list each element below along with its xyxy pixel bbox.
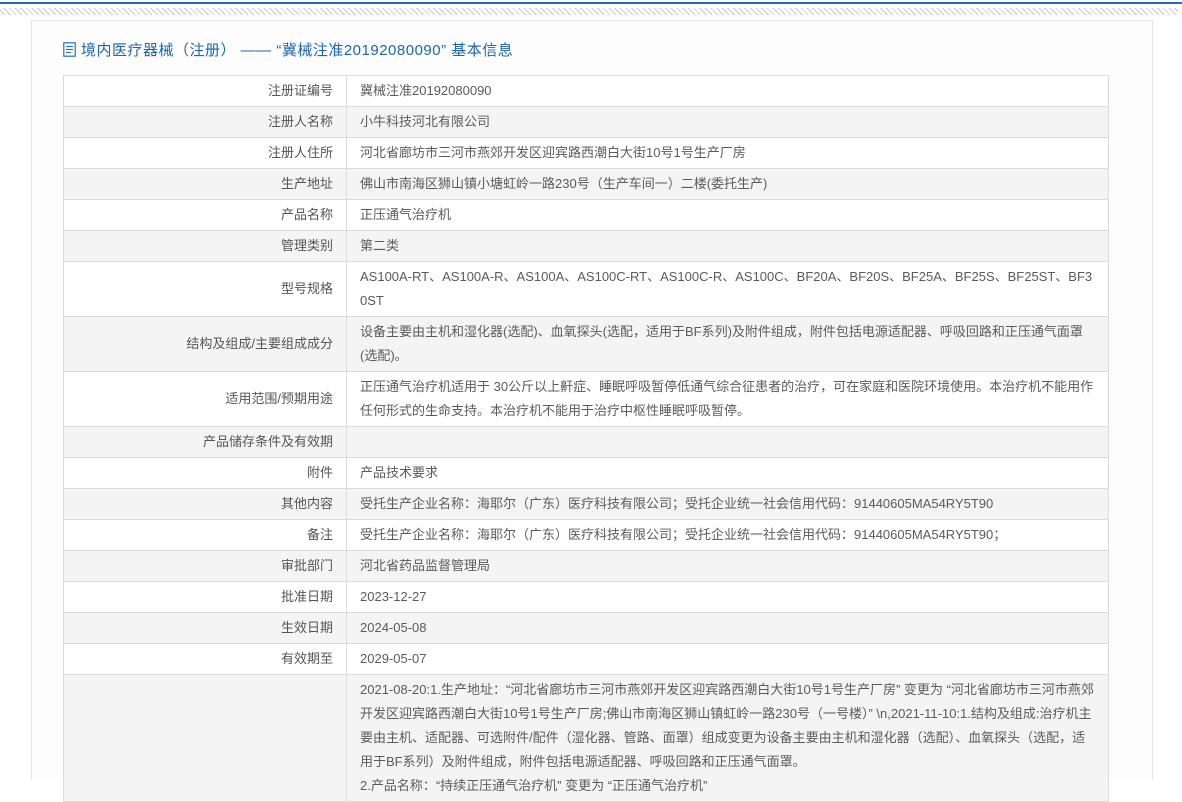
row-value-cell: 2029-05-07 — [346, 643, 1109, 675]
table-row: 生效日期 2024-05-08 — [63, 612, 1109, 644]
table-row: 管理类别 第二类 — [63, 230, 1109, 262]
row-label-cell: 其他内容 — [63, 488, 347, 520]
row-label-cell: 生效日期 — [63, 612, 347, 644]
registration-info-table: 注册证编号 冀械注准20192080090 注册人名称 小牛科技河北有限公司 注册人住所… — [63, 75, 1109, 802]
row-label-cell: 管理类别 — [63, 230, 347, 262]
row-value-cell: 佛山市南海区狮山镇小塘虹岭一路230号（生产车间一）二楼(委托生产) — [346, 168, 1109, 200]
table-row: 注册证编号 冀械注准20192080090 — [63, 75, 1109, 107]
table-row: 审批部门 河北省药品监督管理局 — [63, 550, 1109, 582]
row-value-cell: 正压通气治疗机 — [346, 199, 1109, 231]
table-row: 产品名称 正压通气治疗机 — [63, 199, 1109, 231]
row-label-cell: 备注 — [63, 519, 347, 551]
hatch-pattern-band — [0, 8, 1178, 15]
document-icon — [63, 41, 76, 57]
row-value-cell — [346, 426, 1109, 458]
row-value-cell: 2023-12-27 — [346, 581, 1109, 613]
row-value-cell: 2024-05-08 — [346, 612, 1109, 644]
row-value-cell: 产品技术要求 — [346, 457, 1109, 489]
row-label-cell: 产品名称 — [63, 199, 347, 231]
table-row: 其他内容 受托生产企业名称：海耶尔（广东）医疗科技有限公司；受托企业统一社会信用代… — [63, 488, 1109, 520]
row-label-cell: 注册证编号 — [63, 75, 347, 107]
row-value-cell: 受托生产企业名称：海耶尔（广东）医疗科技有限公司；受托企业统一社会信用代码：91… — [346, 519, 1109, 551]
table-row: 2021-08-20:1.生产地址：“河北省廊坊市三河市燕郊开发区迎宾路西潮白大… — [63, 674, 1109, 802]
row-label-cell: 型号规格 — [63, 261, 347, 317]
row-label-cell: 注册人名称 — [63, 106, 347, 138]
table-row: 注册人名称 小牛科技河北有限公司 — [63, 106, 1109, 138]
top-accent-bar — [0, 2, 1182, 4]
table-row: 适用范围/预期用途 正压通气治疗机适用于 30公斤以上鼾症、睡眠呼吸暂停低通气综合… — [63, 371, 1109, 427]
content-panel: 境内医疗器械（注册） —— “冀械注准20192080090” 基本信息 注册证… — [31, 20, 1153, 802]
table-row: 结构及组成/主要组成成分 设备主要由主机和湿化器(选配)、血氧探头(选配，适用于B… — [63, 316, 1109, 372]
title-bar: 境内医疗器械（注册） —— “冀械注准20192080090” 基本信息 — [32, 21, 1152, 61]
row-label-cell: 批准日期 — [63, 581, 347, 613]
row-label-cell: 产品储存条件及有效期 — [63, 426, 347, 458]
page-title: 境内医疗器械（注册） —— “冀械注准20192080090” 基本信息 — [81, 41, 514, 59]
table-row: 注册人住所 河北省廊坊市三河市燕郊开发区迎宾路西潮白大街10号1号生产厂房 — [63, 137, 1109, 169]
table-row: 生产地址 佛山市南海区狮山镇小塘虹岭一路230号（生产车间一）二楼(委托生产) — [63, 168, 1109, 200]
row-value-cell: 河北省药品监督管理局 — [346, 550, 1109, 582]
row-label-cell: 审批部门 — [63, 550, 347, 582]
table-row: 备注 受托生产企业名称：海耶尔（广东）医疗科技有限公司；受托企业统一社会信用代码：… — [63, 519, 1109, 551]
row-label-cell: 适用范围/预期用途 — [63, 371, 347, 427]
row-label-cell: 附件 — [63, 457, 347, 489]
row-label-cell — [63, 674, 347, 802]
row-label-cell: 注册人住所 — [63, 137, 347, 169]
row-value-cell: 2021-08-20:1.生产地址：“河北省廊坊市三河市燕郊开发区迎宾路西潮白大… — [346, 674, 1109, 802]
table-row: 附件 产品技术要求 — [63, 457, 1109, 489]
row-value-cell: 冀械注准20192080090 — [346, 75, 1109, 107]
row-value-cell: 正压通气治疗机适用于 30公斤以上鼾症、睡眠呼吸暂停低通气综合征患者的治疗，可在… — [346, 371, 1109, 427]
table-row: 产品储存条件及有效期 — [63, 426, 1109, 458]
row-value-cell: 小牛科技河北有限公司 — [346, 106, 1109, 138]
row-value-cell: 河北省廊坊市三河市燕郊开发区迎宾路西潮白大街10号1号生产厂房 — [346, 137, 1109, 169]
row-value-cell: 受托生产企业名称：海耶尔（广东）医疗科技有限公司；受托企业统一社会信用代码：91… — [346, 488, 1109, 520]
row-value-cell: AS100A-RT、AS100A-R、AS100A、AS100C-RT、AS10… — [346, 261, 1109, 317]
row-label-cell: 生产地址 — [63, 168, 347, 200]
row-label-cell: 有效期至 — [63, 643, 347, 675]
row-value-cell: 第二类 — [346, 230, 1109, 262]
row-value-cell: 设备主要由主机和湿化器(选配)、血氧探头(选配，适用于BF系列)及附件组成，附件… — [346, 316, 1109, 372]
table-row: 型号规格 AS100A-RT、AS100A-R、AS100A、AS100C-RT、… — [63, 261, 1109, 317]
table-row: 批准日期 2023-12-27 — [63, 581, 1109, 613]
table-row: 有效期至 2029-05-07 — [63, 643, 1109, 675]
row-label-cell: 结构及组成/主要组成成分 — [63, 316, 347, 372]
